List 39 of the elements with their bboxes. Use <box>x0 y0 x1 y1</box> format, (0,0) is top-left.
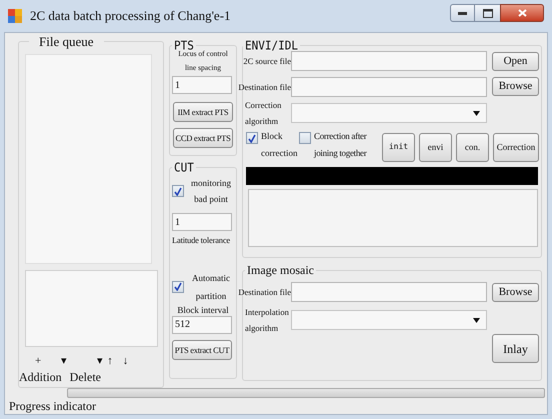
field-label: 2C source file <box>243 55 291 68</box>
field-label: Block interval <box>176 306 230 315</box>
group-title: CUT <box>173 161 195 174</box>
checkbox-label: Automatic partition <box>191 272 231 303</box>
window-title: 2C data batch processing of Chang'e-1 <box>30 7 232 26</box>
button[interactable]: Browse <box>492 282 539 302</box>
field-label: Destination file <box>237 286 291 299</box>
tool-button[interactable]: + <box>35 356 42 367</box>
tool-button[interactable]: ↓ <box>122 356 128 367</box>
checkbox-label: monitoring bad point <box>190 177 232 206</box>
link[interactable]: Addition <box>19 371 62 383</box>
tool-button[interactable]: ▾ <box>61 356 68 367</box>
group-title: File queue <box>38 35 95 48</box>
field-label: Interpolation algorithm <box>244 306 290 335</box>
button[interactable]: PTS extract CUT <box>172 340 232 360</box>
group-title: ENVI/IDL <box>244 39 299 52</box>
input-field[interactable]: 1 <box>172 213 232 231</box>
field-label: Latitude tolerance <box>172 234 231 247</box>
status-text: Progress indicator <box>8 399 97 413</box>
button[interactable]: con. <box>456 132 489 162</box>
button[interactable]: Browse <box>492 77 539 96</box>
button[interactable]: envi <box>419 132 452 162</box>
tool-button[interactable]: ▾ <box>97 356 104 367</box>
button[interactable]: Open <box>492 52 539 70</box>
field-label: Correction algorithm <box>244 99 282 128</box>
button[interactable]: IIM extract PTS <box>173 102 233 122</box>
button[interactable]: Inlay <box>492 334 539 363</box>
input-field[interactable]: 1 <box>172 76 232 94</box>
group-title: Image mosaic <box>246 264 315 276</box>
checkbox-label: Block correction <box>261 130 297 160</box>
input-field[interactable]: 512 <box>172 316 232 334</box>
tool-button[interactable]: ↑ <box>107 356 113 367</box>
button[interactable]: init <box>382 132 415 162</box>
group-title: PTS <box>173 39 194 52</box>
link[interactable]: Delete <box>70 371 101 383</box>
checkbox-label: Correction after joining together <box>314 130 368 160</box>
button[interactable]: CCD extract PTS <box>173 128 233 148</box>
button[interactable]: Correction <box>493 132 539 162</box>
field-label: Destination file <box>237 81 291 94</box>
